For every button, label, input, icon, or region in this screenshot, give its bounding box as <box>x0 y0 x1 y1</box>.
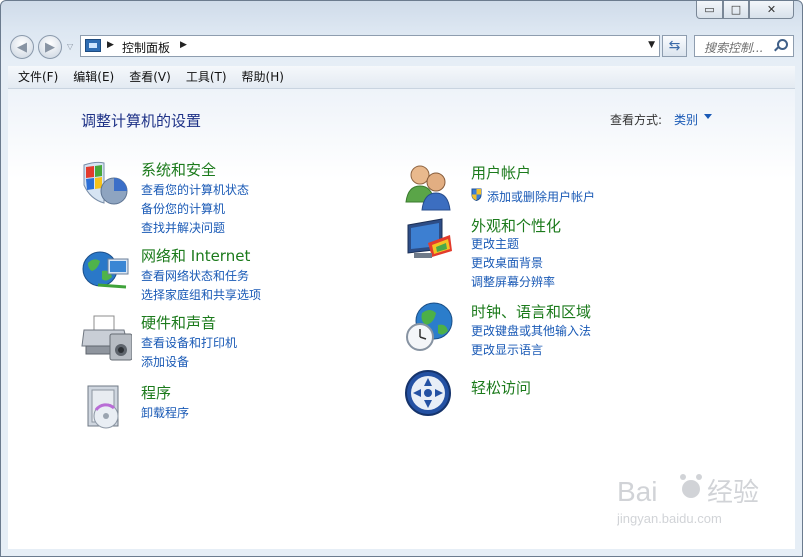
link-add-device[interactable]: 添加设备 <box>141 353 189 370</box>
address-dropdown-icon[interactable]: ▼ <box>648 40 655 50</box>
search-placeholder: 搜索控制... <box>704 41 764 55</box>
user-accounts-icon[interactable] <box>404 162 456 214</box>
control-panel-icon <box>85 39 101 52</box>
link-devices-printers[interactable]: 查看设备和打印机 <box>141 334 237 351</box>
clock-globe-icon[interactable] <box>404 301 456 353</box>
back-arrow-icon: ◀ <box>17 39 27 55</box>
category-title-clock-language-region[interactable]: 时钟、语言和区域 <box>471 301 591 322</box>
forward-arrow-icon: ▶ <box>45 39 55 55</box>
link-change-keyboard-input[interactable]: 更改键盘或其他输入法 <box>471 322 591 339</box>
watermark-brand2: 经验 <box>707 478 759 508</box>
search-icon[interactable] <box>777 39 788 50</box>
breadcrumb-control-panel[interactable]: 控制面板 <box>122 39 170 56</box>
link-backup-computer[interactable]: 备份您的计算机 <box>141 200 225 217</box>
menu-bar: 文件(F) 编辑(E) 查看(V) 工具(T) 帮助(H) <box>8 66 795 89</box>
address-toolbar: ◀ ▶ ▽ ▶ 控制面板 ▶ ▼ ⇆ 搜索控制... <box>1 33 802 61</box>
category-title-appearance-personalization[interactable]: 外观和个性化 <box>471 215 561 236</box>
link-homegroup-sharing[interactable]: 选择家庭组和共享选项 <box>141 286 261 303</box>
menu-view[interactable]: 查看(V) <box>119 66 176 88</box>
link-adjust-screen-resolution[interactable]: 调整屏幕分辨率 <box>471 273 555 290</box>
search-box[interactable]: 搜索控制... <box>694 35 794 57</box>
minimize-button[interactable]: ▭ <box>696 1 723 19</box>
link-change-desktop-background[interactable]: 更改桌面背景 <box>471 254 543 271</box>
forward-button[interactable]: ▶ <box>38 35 62 59</box>
close-button[interactable]: ✕ <box>749 1 794 19</box>
breadcrumb-root-chevron-icon[interactable]: ▶ <box>107 40 114 50</box>
menu-edit[interactable]: 编辑(E) <box>63 66 119 88</box>
control-panel-window: ▭ □ ✕ ◀ ▶ ▽ ▶ 控制面板 ▶ ▼ ⇆ 搜索控制... 文件(F) 编… <box>0 0 803 557</box>
maximize-icon: □ <box>730 3 742 16</box>
link-add-remove-user-accounts[interactable]: 添加或删除用户帐户 <box>487 188 595 205</box>
view-by-label: 查看方式: <box>610 113 663 127</box>
uac-shield-icon <box>471 188 482 201</box>
programs-disc-icon[interactable] <box>80 382 132 434</box>
maximize-button[interactable]: □ <box>723 1 749 19</box>
breadcrumb-chevron-icon[interactable]: ▶ <box>180 40 187 50</box>
baidu-jingyan-watermark: Bai 经验 jingyan.baidu.com <box>617 474 759 526</box>
link-troubleshoot[interactable]: 查找并解决问题 <box>141 219 225 236</box>
close-icon: ✕ <box>766 3 777 16</box>
minimize-icon: ▭ <box>704 3 715 16</box>
menu-help[interactable]: 帮助(H) <box>232 66 289 88</box>
category-title-network-internet[interactable]: 网络和 Internet <box>141 245 250 266</box>
link-change-theme[interactable]: 更改主题 <box>471 235 519 252</box>
category-title-ease-of-access[interactable]: 轻松访问 <box>471 377 531 398</box>
link-uninstall-program[interactable]: 卸载程序 <box>141 404 189 421</box>
printer-icon[interactable] <box>80 312 132 364</box>
menu-tools[interactable]: 工具(T) <box>176 66 232 88</box>
menu-file[interactable]: 文件(F) <box>8 66 63 88</box>
watermark-url: jingyan.baidu.com <box>617 511 722 526</box>
category-title-user-accounts[interactable]: 用户帐户 <box>471 162 531 183</box>
link-change-display-language[interactable]: 更改显示语言 <box>471 341 543 358</box>
address-bar[interactable]: ▶ 控制面板 ▶ ▼ <box>80 35 660 57</box>
category-title-system-security[interactable]: 系统和安全 <box>141 159 216 180</box>
ease-of-access-icon[interactable] <box>404 369 456 421</box>
monitor-palette-icon[interactable] <box>404 215 456 267</box>
network-globe-icon[interactable] <box>80 245 132 297</box>
page-title: 调整计算机的设置 <box>81 112 202 130</box>
refresh-button[interactable]: ⇆ <box>662 35 687 57</box>
back-button[interactable]: ◀ <box>10 35 34 59</box>
refresh-icon: ⇆ <box>668 38 681 54</box>
system-security-icon[interactable] <box>80 159 132 211</box>
link-view-network-status[interactable]: 查看网络状态和任务 <box>141 267 249 284</box>
recent-pages-button[interactable]: ▽ <box>67 42 73 51</box>
view-by-dropdown[interactable]: 类别 <box>674 111 698 128</box>
window-caption-buttons: ▭ □ ✕ <box>696 1 794 19</box>
category-title-hardware-sound[interactable]: 硬件和声音 <box>141 312 216 333</box>
watermark-brand: Bai <box>617 476 657 507</box>
link-view-computer-status[interactable]: 查看您的计算机状态 <box>141 181 249 198</box>
view-by-dropdown-arrow-icon[interactable] <box>704 114 712 119</box>
category-title-programs[interactable]: 程序 <box>141 382 171 403</box>
